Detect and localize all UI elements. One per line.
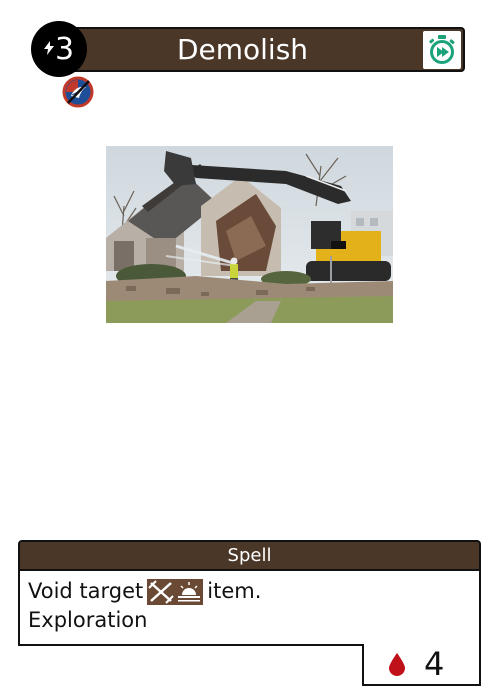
rules-text-before: Void target — [28, 579, 144, 603]
card-type: Spell — [227, 545, 272, 566]
card-name: Demolish — [176, 33, 309, 66]
stopwatch-fast-forward-icon — [429, 35, 455, 64]
card-title-bar: Demolish — [60, 27, 465, 72]
crossed-tools-icon — [147, 578, 176, 605]
rules-text-after: item. — [207, 579, 262, 603]
lightning-bolt-icon — [43, 41, 54, 59]
blood-drop-icon — [389, 653, 405, 676]
card-type-bar: Spell — [18, 540, 481, 571]
rules-line: Void target item. — [28, 577, 471, 606]
cost-badge: 3 — [31, 21, 87, 77]
target-tags — [147, 578, 204, 605]
rules-text-box: Void target item. Exploration — [18, 571, 481, 646]
sunrise-icon — [175, 578, 204, 605]
cost-value: 3 — [54, 31, 75, 67]
card-art-demolition — [106, 146, 393, 323]
stat-box: 4 — [362, 644, 481, 686]
timer-badge — [423, 31, 461, 69]
no-flying-icon — [62, 76, 94, 108]
stat-value: 4 — [424, 645, 445, 683]
keyword-exploration: Exploration — [28, 608, 148, 632]
